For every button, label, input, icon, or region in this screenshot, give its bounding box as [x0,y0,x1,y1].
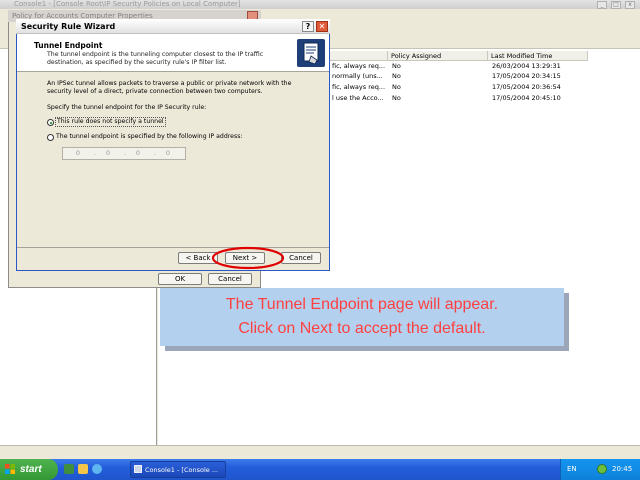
mmc-close-button[interactable]: x [625,1,635,9]
row-description: normally (uns... [332,72,383,80]
no-tunnel-radio[interactable] [47,119,54,126]
ip-octet: 0 [75,149,81,157]
clock: 20:45 [612,465,633,473]
taskbar-console-button[interactable]: Console1 - [Console ... [130,461,226,478]
row-modified: 17/05/2004 20:34:15 [492,72,561,80]
no-tunnel-label[interactable]: This rule does not specify a tunnel [55,117,166,127]
ip-separator: . [94,149,97,157]
row-modified: 26/03/2004 13:29:31 [492,62,561,70]
row-assigned: No [392,83,401,91]
console-icon [134,465,142,473]
help-button[interactable]: ? [302,21,314,32]
show-desktop-icon[interactable] [64,464,74,474]
status-bar [0,445,640,459]
row-assigned: No [392,62,401,70]
column-header-last-modified[interactable]: Last Modified Time [488,51,588,61]
row-description: fic, always req... [332,62,386,70]
row-assigned: No [392,94,401,102]
ip-octet: 0 [135,149,141,157]
policy-list: fic, always req... No 26/03/2004 13:29:3… [330,62,630,102]
network-tray-icon[interactable] [597,464,607,474]
mmc-title-bar: Console1 - [Console Root\IP Security Pol… [0,0,640,9]
row-modified: 17/05/2004 20:36:54 [492,83,561,91]
ok-button[interactable]: OK [158,273,202,285]
tunnel-ip-radio[interactable] [47,134,54,141]
wizard-title: Security Rule Wizard [21,22,116,31]
internet-explorer-icon[interactable] [92,464,102,474]
tunnel-description: An IPSec tunnel allows packets to traver… [47,80,292,95]
media-player-icon[interactable] [78,464,88,474]
wizard-close-button[interactable]: ✕ [316,21,328,32]
callout-line-1: The Tunnel Endpoint page will appear. [225,296,499,313]
table-row[interactable]: fic, always req... No 26/03/2004 13:29:3… [330,62,630,72]
language-indicator[interactable]: EN [567,459,577,480]
properties-cancel-button[interactable]: Cancel [208,273,252,285]
tunnel-prompt: Specify the tunnel endpoint for the IP S… [47,104,207,111]
page-description: The tunnel endpoint is the tunneling com… [47,51,264,66]
row-assigned: No [392,72,401,80]
table-row[interactable]: normally (uns... No 17/05/2004 20:34:15 [330,72,630,82]
ip-octet: 0 [165,149,171,157]
next-highlight-ellipse [211,246,285,270]
column-header-policy-assigned[interactable]: Policy Assigned [388,51,488,61]
wizard-cancel-button[interactable]: Cancel [281,252,321,264]
page-title: Tunnel Endpoint [34,41,103,50]
ip-separator: . [154,149,157,157]
row-description: fic, always req... [332,83,386,91]
tunnel-ip-label[interactable]: The tunnel endpoint is specified by the … [56,133,243,141]
row-description: l use the Acco... [332,94,384,102]
maximize-button[interactable]: □ [611,1,621,9]
windows-flag-icon [5,464,15,474]
table-row[interactable]: l use the Acco... No 17/05/2004 20:45:10 [330,94,630,104]
minimize-button[interactable]: _ [597,1,607,9]
row-modified: 17/05/2004 20:45:10 [492,94,561,102]
column-header-description[interactable] [330,51,388,61]
ip-separator: . [124,149,127,157]
instruction-callout: The Tunnel Endpoint page will appear. Cl… [160,288,564,346]
security-rule-icon [297,39,325,67]
callout-line-2: Click on Next to accept the default. [238,320,486,337]
table-row[interactable]: fic, always req... No 17/05/2004 20:36:5… [330,83,630,93]
ip-octet: 0 [105,149,111,157]
